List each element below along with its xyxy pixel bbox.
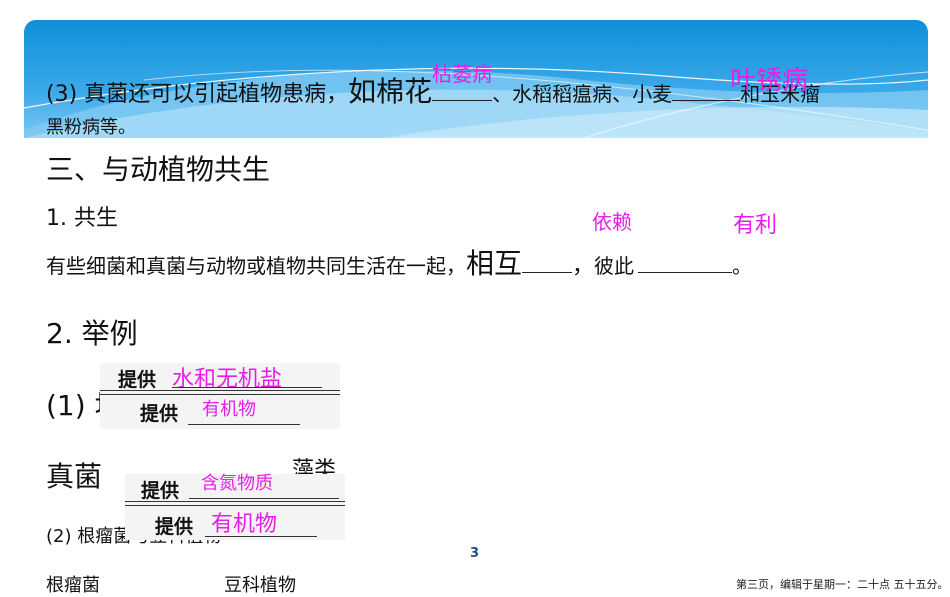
example2-top-blank [189, 498, 339, 499]
example1-top-answer: 水和无机盐 [172, 367, 283, 392]
answer-dependence: 依赖 [592, 210, 632, 234]
footer-edit-note: 第三页，编辑于星期一：二十点 五十五分。 [736, 578, 949, 591]
symbiosis-comma: ， [572, 254, 595, 279]
item3-line2: 黑粉病等。 [46, 117, 136, 138]
answer-beneficial: 有利 [733, 213, 778, 238]
example2-exchange-diagram: 提供 含氮物质 提供 有机物 [125, 473, 345, 540]
example2-left-organism: 根瘤菌 [46, 575, 100, 596]
example1-top-provide: 提供 [118, 369, 157, 391]
example1-top-blank [172, 387, 322, 388]
item3-mid: 、水稻稻瘟病、小麦 [492, 82, 673, 106]
symbiosis-text-mid: 彼此 [594, 254, 635, 278]
symbiosis-big-part: 相互 [466, 247, 523, 280]
arrow-right [100, 390, 340, 391]
example2-bottom-answer: 有机物 [211, 512, 278, 537]
example1-bottom-provide: 提供 [140, 403, 179, 425]
item3-prefix: (3) 真菌还可以引起植物患病， [46, 82, 349, 107]
example1-bottom-answer: 有机物 [202, 399, 256, 420]
example1-bottom-blank [188, 424, 300, 425]
page-number: 3 [470, 546, 480, 561]
blank-dependence [522, 271, 573, 273]
answer-wilt-disease: 枯萎病 [432, 62, 492, 86]
blank-beneficial [638, 271, 733, 273]
symbiosis-sentence: 有些细菌和真菌与动物或植物共同生活在一起，相互 ，彼此 。 [46, 242, 752, 282]
subsection2-title: 2. 举例 [46, 317, 138, 350]
example2-bottom-provide: 提供 [155, 516, 194, 538]
example2-top-answer: 含氮物质 [201, 473, 273, 494]
blank-answer2 [672, 99, 741, 101]
example1-left-organism: 真菌 [46, 460, 103, 493]
answer-leaf-rust: 叶锈病 [730, 66, 809, 96]
example2-bottom-blank [205, 536, 317, 537]
arrow-right-2 [125, 501, 345, 502]
example2-top-provide: 提供 [141, 480, 180, 502]
item3-big-part: 如棉花 [348, 75, 433, 108]
example1-exchange-diagram: 提供 水和无机盐 提供 有机物 [100, 363, 340, 429]
example2-right-organism: 豆科植物 [224, 575, 296, 596]
subsection1-title: 1. 共生 [46, 206, 118, 231]
symbiosis-period: 。 [732, 254, 753, 278]
blank-answer1 [432, 99, 493, 101]
section-title: 三、与动植物共生 [46, 153, 271, 186]
symbiosis-text-before: 有些细菌和真菌与动物或植物共同生活在一起， [46, 254, 466, 278]
